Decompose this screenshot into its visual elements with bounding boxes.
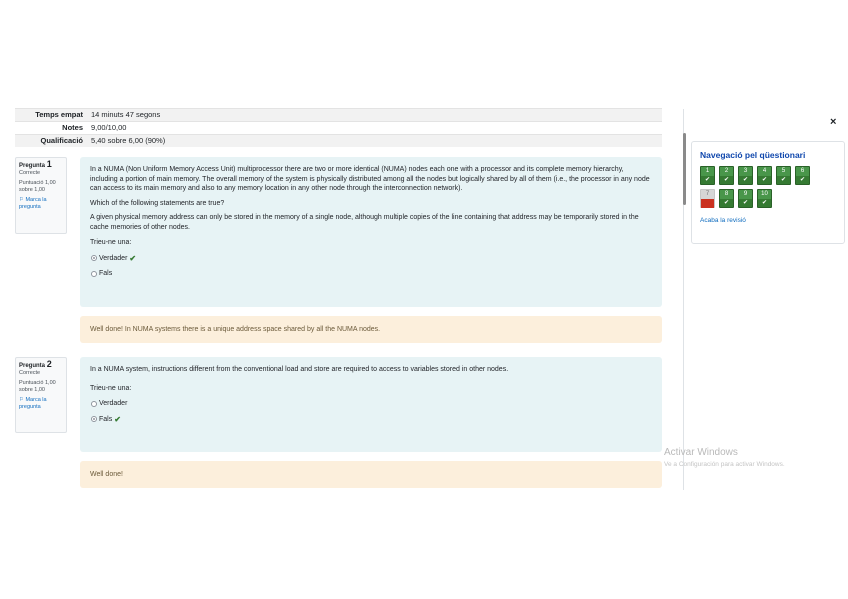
check-icon: ✔ <box>742 177 749 183</box>
question-2-content: In a NUMA system, instructions different… <box>80 357 662 452</box>
flag-question-link[interactable]: ⚐ Marca la pregunta <box>19 197 63 211</box>
flag-icon: ⚐ <box>19 197 24 203</box>
quiz-navigation-block: Navegació pel qüestionari 1 ✔ 2 ✔ 3 ✔ 4 ✔ 5 ✔… <box>691 141 845 244</box>
flag-label: Marca la pregunta <box>19 397 47 410</box>
correct-check-icon: ✔ <box>114 414 121 424</box>
check-icon: ✔ <box>742 200 749 206</box>
flag-icon: ⚐ <box>19 397 24 403</box>
quiz-navigation-title: Navegació pel qüestionari <box>700 150 806 160</box>
check-icon: ✔ <box>761 200 768 206</box>
feedback-text: Well done! <box>90 471 123 478</box>
summary-row-grade: Qualificació 5,40 sobre 6,00 (90%) <box>15 134 662 147</box>
check-icon: ✔ <box>780 177 787 183</box>
quiz-navigation-buttons: 1 ✔ 2 ✔ 3 ✔ 4 ✔ 5 ✔ 6 ✔ 7 8 ✔ 9 ✔ 10 ✔ <box>700 166 828 208</box>
correct-check-icon: ✔ <box>129 253 137 263</box>
summary-row-time: Temps empat 14 minuts 47 segons <box>15 108 662 121</box>
flag-label: Marca la pregunta <box>19 197 47 210</box>
nav-question-9[interactable]: 9 ✔ <box>738 189 753 208</box>
question-number: Pregunta 1 <box>19 159 63 170</box>
check-icon: ✔ <box>761 177 768 183</box>
activate-windows-title: Activar Windows <box>664 447 738 458</box>
option-label: Fals <box>99 270 113 277</box>
summary-value: 5,40 sobre 6,00 (90%) <box>91 136 166 145</box>
nav-number: 5 <box>777 167 790 176</box>
question-score: Puntuació 1,00 sobre 1,00 <box>19 180 56 193</box>
nav-number: 8 <box>720 190 733 199</box>
question-number-value: 1 <box>46 159 52 169</box>
option-label: Verdader <box>99 254 128 262</box>
drawer-scrollbar[interactable] <box>683 133 686 205</box>
nav-question-4[interactable]: 4 ✔ <box>757 166 772 185</box>
close-drawer-icon[interactable]: × <box>830 116 836 128</box>
question-status: Correcte <box>19 170 41 176</box>
question-2-info: Pregunta 2 Correcte Puntuació 1,00 sobre… <box>15 357 67 433</box>
question-number: Pregunta 2 <box>19 359 63 370</box>
answer-option-true[interactable]: Verdader ✔ <box>91 254 652 264</box>
answer-option-true[interactable]: Verdader <box>91 399 652 409</box>
answer-option-false[interactable]: Fals <box>91 269 652 279</box>
nav-question-5[interactable]: 5 ✔ <box>776 166 791 185</box>
answer-option-false[interactable]: Fals ✔ <box>91 415 652 425</box>
question-1-content: In a NUMA (Non Uniform Memory Access Uni… <box>80 157 662 307</box>
radio-unselected[interactable] <box>91 400 97 407</box>
question-number-value: 2 <box>46 359 52 369</box>
quiz-summary-table: Temps empat 14 minuts 47 segons Notes 9,… <box>15 108 662 147</box>
nav-number: 1 <box>701 167 714 176</box>
question-2-feedback: Well done! <box>80 461 662 488</box>
flag-question-link[interactable]: ⚐ Marca la pregunta <box>19 397 63 411</box>
question-number-label: Pregunta <box>19 163 46 169</box>
summary-label: Notes <box>62 123 83 132</box>
finish-review-link[interactable]: Acaba la revisió <box>700 217 836 224</box>
question-text: In a NUMA system, instructions different… <box>90 366 509 373</box>
nav-question-6[interactable]: 6 ✔ <box>795 166 810 185</box>
question-number-label: Pregunta <box>19 363 46 369</box>
check-icon: ✔ <box>799 177 806 183</box>
summary-value: 14 minuts 47 segons <box>91 110 161 119</box>
nav-number: 4 <box>758 167 771 176</box>
summary-label: Temps empat <box>35 110 83 119</box>
question-prompt: Which of the following statements are tr… <box>90 199 225 207</box>
radio-unselected[interactable] <box>91 270 97 277</box>
nav-question-8[interactable]: 8 ✔ <box>719 189 734 208</box>
check-icon: ✔ <box>723 177 730 183</box>
check-icon: ✔ <box>704 177 711 183</box>
nav-number: 9 <box>739 190 752 199</box>
nav-question-1[interactable]: 1 ✔ <box>700 166 715 185</box>
radio-selected[interactable] <box>91 416 97 423</box>
question-score: Puntuació 1,00 sobre 1,00 <box>19 380 56 393</box>
question-1-info: Pregunta 1 Correcte Puntuació 1,00 sobre… <box>15 157 67 234</box>
feedback-text: Well done! In NUMA systems there is a un… <box>90 326 381 333</box>
question-status: Correcte <box>19 370 41 376</box>
question-text: In a NUMA (Non Uniform Memory Access Uni… <box>90 166 650 192</box>
option-label: Verdader <box>99 400 128 407</box>
question-statement: A given physical memory address can only… <box>90 214 639 231</box>
check-icon: ✔ <box>723 200 730 206</box>
question-1-feedback: Well done! In NUMA systems there is a un… <box>80 316 662 343</box>
nav-number: 2 <box>720 167 733 176</box>
summary-value: 9,00/10,00 <box>91 123 127 132</box>
radio-selected[interactable] <box>91 255 97 262</box>
nav-question-7[interactable]: 7 <box>700 189 715 208</box>
nav-number: 10 <box>758 190 771 199</box>
summary-label: Qualificació <box>40 136 83 145</box>
nav-question-3[interactable]: 3 ✔ <box>738 166 753 185</box>
option-label: Fals <box>99 415 113 423</box>
answer-label: Trieu-ne una: <box>90 384 132 392</box>
summary-row-marks: Notes 9,00/10,00 <box>15 121 662 134</box>
activate-windows-subtitle: Ve a Configuración para activar Windows. <box>664 461 785 468</box>
nav-number: 7 <box>701 190 714 199</box>
nav-number: 3 <box>739 167 752 176</box>
incorrect-flag <box>701 199 714 208</box>
nav-question-2[interactable]: 2 ✔ <box>719 166 734 185</box>
answer-label: Trieu-ne una: <box>90 239 132 246</box>
nav-question-10[interactable]: 10 ✔ <box>757 189 772 208</box>
nav-number: 6 <box>796 167 809 176</box>
